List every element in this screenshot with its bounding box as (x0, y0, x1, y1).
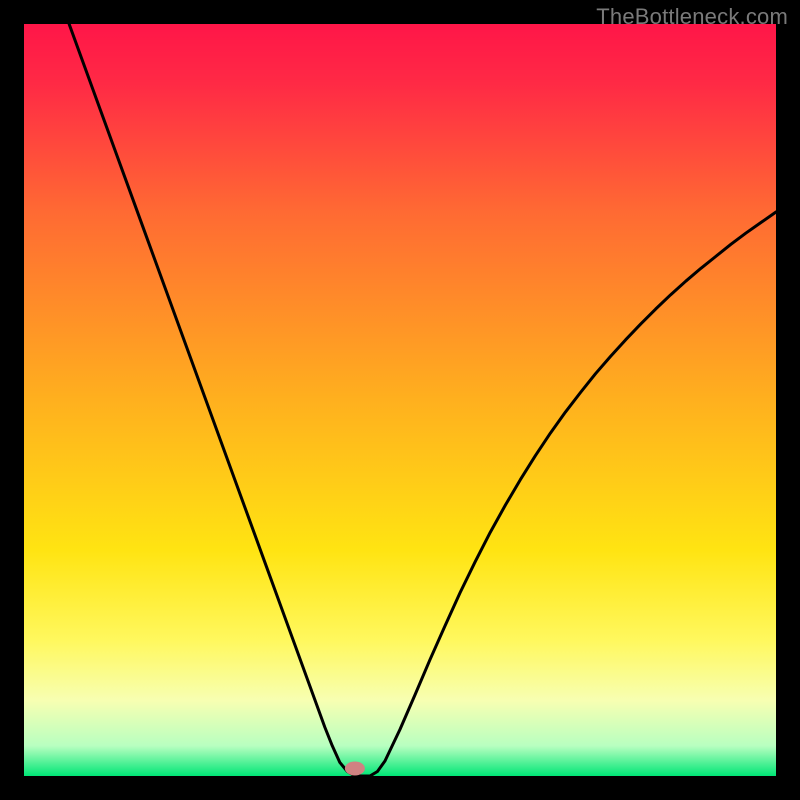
optimal-marker (345, 761, 365, 775)
plot-svg (24, 24, 776, 776)
plot-frame (24, 24, 776, 776)
gradient-background (24, 24, 776, 776)
watermark-text: TheBottleneck.com (596, 4, 788, 30)
chart-container: TheBottleneck.com (0, 0, 800, 800)
